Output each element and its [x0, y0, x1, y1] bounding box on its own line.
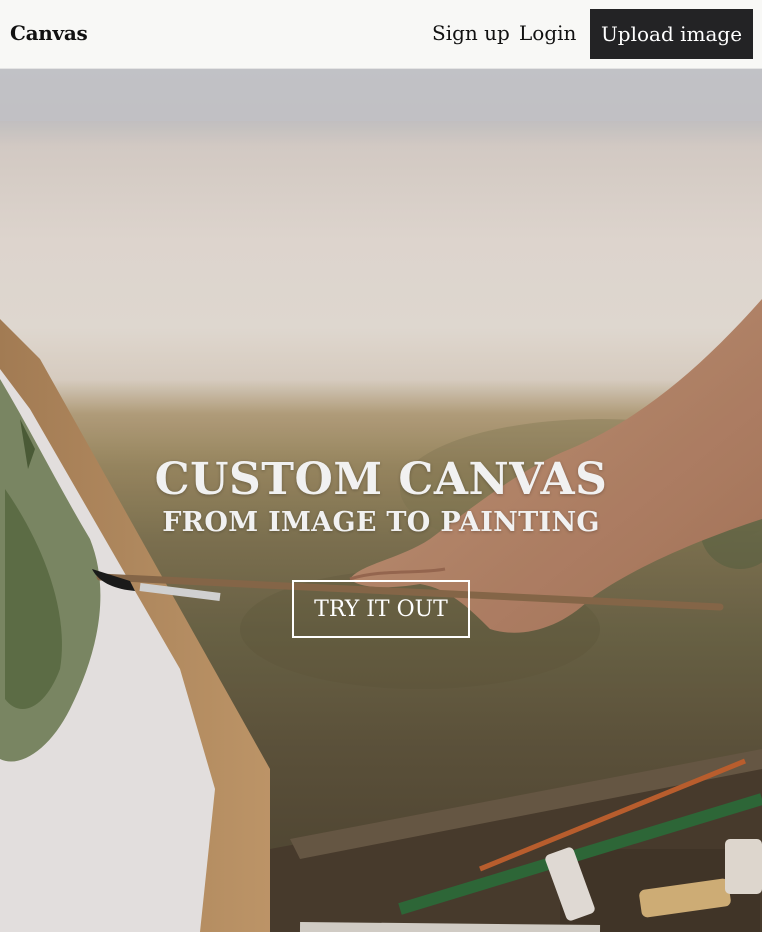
hero-subtitle: FROM IMAGE TO PAINTING [162, 507, 600, 538]
login-link[interactable]: Login [519, 21, 576, 45]
try-it-out-button[interactable]: TRY IT OUT [292, 580, 470, 638]
hero-title: CUSTOM CANVAS [154, 454, 608, 505]
upload-image-button[interactable]: Upload image [590, 9, 753, 59]
signup-link[interactable]: Sign up [432, 21, 510, 45]
navbar: Canvas Sign up Login Upload image [0, 0, 762, 69]
brand-logo[interactable]: Canvas [10, 21, 88, 45]
hero-section: CUSTOM CANVAS FROM IMAGE TO PAINTING TRY… [0, 69, 762, 932]
